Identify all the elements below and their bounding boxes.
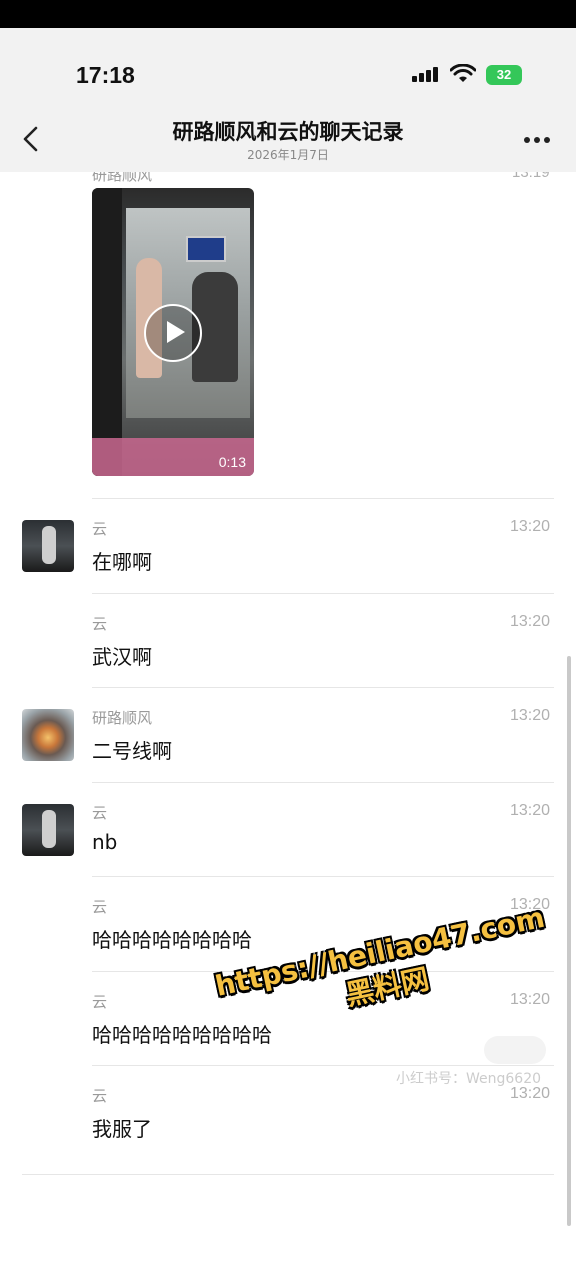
cellular-signal-icon — [412, 66, 442, 82]
partial-message-time: 13:19 — [512, 172, 550, 181]
message-divider — [92, 592, 554, 594]
partial-message-sender: 研路顺风 — [92, 172, 153, 184]
message-sender: 云 — [92, 1087, 108, 1105]
message-text: 二号线啊 — [92, 739, 172, 763]
message-row[interactable]: 研路顺风 13:20 二号线啊 — [0, 687, 576, 781]
list-end-divider — [22, 1174, 554, 1175]
message-sender: 云 — [92, 520, 108, 538]
avatar[interactable] — [22, 520, 74, 572]
message-row[interactable]: 云 13:20 武汉啊 — [0, 592, 576, 687]
video-duration: 0:13 — [218, 454, 246, 470]
page-title: 研路顺风和云的聊天记录 — [172, 120, 404, 144]
message-divider — [92, 1065, 554, 1066]
wifi-icon — [450, 64, 476, 82]
message-sender: 云 — [92, 898, 108, 916]
message-time: 13:20 — [510, 990, 551, 1008]
message-row[interactable]: 云 13:20 在哪啊 — [0, 498, 576, 592]
message-divider — [92, 876, 554, 877]
message-time: 13:20 — [510, 801, 551, 819]
message-sender: 云 — [92, 803, 108, 822]
message-text: 在哪啊 — [92, 550, 152, 574]
message-text: 我服了 — [92, 1117, 152, 1141]
floating-pill — [484, 1036, 546, 1064]
message-divider — [92, 498, 554, 499]
top-black-band — [0, 0, 576, 28]
message-time: 13:20 — [510, 707, 551, 724]
faint-footer-watermark: 小红书号：Weng6620 — [396, 1071, 542, 1087]
chat-history-navbar: 研路顺风和云的聊天记录 2026年1月7日 — [0, 100, 576, 172]
chat-history-list[interactable]: 研路顺风 13:19 0:13 云 13:20 在哪啊云 13:20 武汉啊 研路顺风 13… — [0, 172, 576, 1280]
message-sender: 云 — [92, 614, 108, 633]
message-text: nb — [92, 829, 118, 854]
message-divider — [92, 687, 554, 688]
avatar[interactable] — [22, 709, 74, 761]
message-time: 13:20 — [510, 518, 551, 535]
page-subtitle-date: 2026年1月7日 — [247, 148, 329, 162]
battery-icon: 32 — [486, 65, 522, 85]
scrollbar[interactable] — [567, 656, 571, 1226]
avatar[interactable] — [22, 803, 74, 856]
message-sender: 云 — [92, 992, 108, 1011]
video-message-thumbnail[interactable]: 0:13 — [92, 188, 254, 476]
status-time: 17:18 — [76, 62, 135, 88]
play-icon[interactable] — [144, 304, 202, 362]
message-text: 哈哈哈哈哈哈哈哈 — [92, 928, 252, 952]
battery-level: 32 — [496, 67, 512, 82]
message-row[interactable]: 云 13:20 nb — [0, 781, 576, 876]
message-divider — [92, 781, 554, 783]
more-options-icon[interactable] — [520, 128, 554, 152]
message-time: 13:20 — [510, 612, 551, 630]
message-sender: 研路顺风 — [92, 709, 153, 727]
message-text: 武汉啊 — [92, 644, 152, 669]
